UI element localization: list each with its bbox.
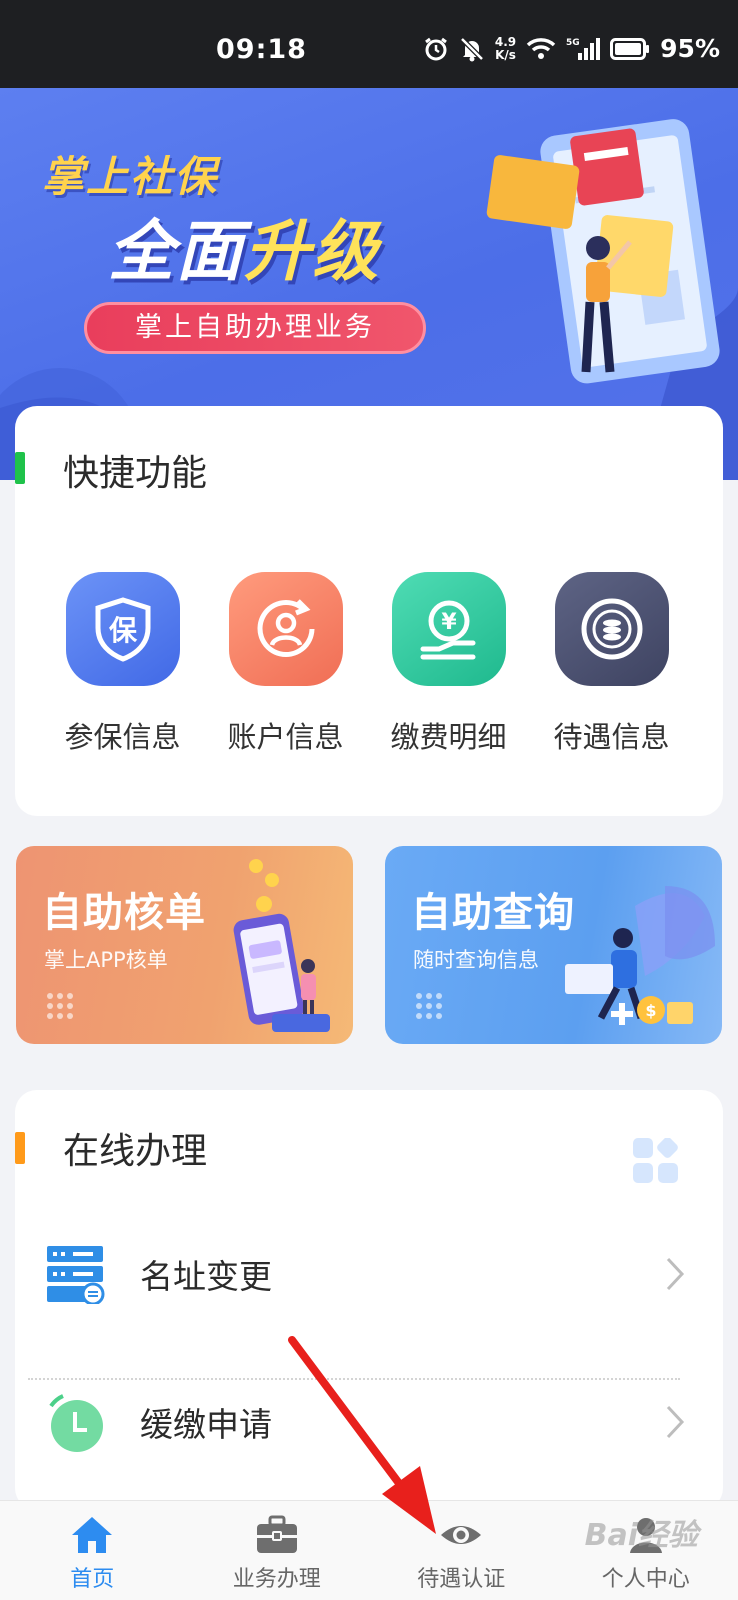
quick-item-label: 缴费明细 [390, 720, 507, 754]
net-speed-value: 4.9 [494, 34, 517, 49]
banner-title-line2-a: 全面 [108, 213, 244, 290]
alarm-icon [424, 37, 447, 60]
tab-label: 首页 [70, 1567, 115, 1592]
svg-text:¥: ¥ [441, 610, 457, 635]
svg-text:5G: 5G [566, 38, 580, 48]
online-section-accent [15, 1132, 25, 1164]
status-bar: 09:18 4.9 K/s 5G 95% [0, 0, 738, 88]
home-icon [72, 1517, 113, 1553]
status-icons: 4.9 K/s 5G 95% [423, 34, 720, 63]
quick-item-benefit-info[interactable]: 待遇信息 [530, 572, 693, 756]
tab-benefit-auth[interactable]: 待遇认证 [369, 1501, 554, 1600]
quick-section-title: 快捷功能 [63, 453, 208, 494]
dots-decoration-icon [47, 993, 73, 1019]
dots-decoration-icon [416, 993, 442, 1019]
battery-icon [610, 37, 650, 60]
banner-title-line1: 掌上社保 [42, 152, 219, 201]
briefcase-icon [256, 1515, 297, 1553]
shield-bao-icon: 保 [65, 572, 180, 686]
list-divider [28, 1378, 680, 1380]
watermark-logo: Bai经验 [584, 1518, 698, 1553]
quick-item-account-info[interactable]: 账户信息 [204, 572, 367, 756]
promo-left-subtitle: 掌上APP核单 [44, 948, 168, 972]
svg-text:$: $ [645, 1001, 656, 1020]
quick-item-label: 账户信息 [227, 720, 344, 754]
online-services-card: 在线办理 名址变更 缓缴申请 [15, 1090, 723, 1510]
online-section-title: 在线办理 [63, 1131, 208, 1172]
yuan-hand-icon: ¥ [391, 572, 506, 686]
quick-item-payment-details[interactable]: ¥ 缴费明细 [367, 572, 530, 756]
address-change-icon [47, 1246, 105, 1304]
quick-item-label: 参保信息 [64, 720, 181, 754]
promo-left-title: 自助核单 [42, 890, 206, 936]
promo-self-check-card[interactable]: 自助核单 掌上APP核单 [16, 846, 353, 1044]
tab-business[interactable]: 业务办理 [185, 1501, 370, 1600]
tab-label: 个人中心 [601, 1567, 690, 1592]
quick-item-label: 待遇信息 [553, 720, 670, 754]
account-refresh-icon [228, 572, 343, 686]
quick-item-insurance-info[interactable]: 保 参保信息 [41, 572, 204, 756]
net-speed-unit: K/s [495, 47, 516, 62]
coin-stack-icon [554, 572, 669, 686]
svg-text:保: 保 [108, 614, 137, 647]
banner-pill: 掌上自助办理业务 [84, 302, 426, 354]
list-item-label: 名址变更 [140, 1257, 272, 1296]
cellular-signal-icon: 5G [566, 37, 601, 60]
list-item-label: 缓缴申请 [140, 1405, 272, 1444]
clock-icon [49, 1394, 103, 1452]
promo-self-query-card[interactable]: $ 自助查询 随时查询信息 [385, 846, 722, 1044]
mute-bell-icon [460, 36, 484, 61]
tab-label: 待遇认证 [417, 1567, 506, 1592]
status-time: 09:18 [216, 34, 307, 65]
banner-title-line2: 全面升级 [108, 198, 380, 294]
quick-section-accent [15, 452, 25, 484]
list-item-deferred-payment[interactable]: 缓缴申请 [15, 1348, 723, 1498]
tab-home[interactable]: 首页 [0, 1501, 185, 1600]
wifi-icon [526, 37, 556, 59]
chevron-right-icon [666, 1405, 685, 1439]
list-item-address-change[interactable]: 名址变更 [15, 1200, 723, 1350]
chevron-right-icon [666, 1257, 685, 1291]
net-speed: 4.9 K/s [494, 34, 517, 62]
quick-items: 保 参保信息 账户信息 ¥ 缴费明细 待遇信息 [15, 572, 723, 756]
eye-icon [441, 1526, 482, 1544]
battery-percent: 95% [660, 34, 720, 63]
promo-right-subtitle: 随时查询信息 [413, 948, 539, 972]
promo-right-title: 自助查询 [411, 890, 575, 936]
grid-apps-icon[interactable] [633, 1138, 679, 1184]
tab-label: 业务办理 [232, 1567, 321, 1592]
banner-title-line2-b: 升级 [244, 213, 380, 290]
quick-functions-card: 快捷功能 保 参保信息 账户信息 ¥ 缴费明细 待遇信息 [15, 406, 723, 816]
